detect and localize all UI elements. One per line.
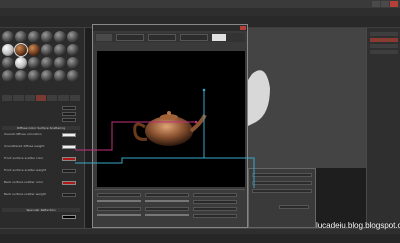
watermark-text: lucadeiu.blog.blogspot.com [316, 221, 400, 230]
cyan-callout-dot [202, 88, 206, 92]
magenta-callout-line [75, 121, 196, 151]
callout-overlay [75, 88, 255, 188]
cyan-callout-line [204, 157, 255, 188]
cyan-callout-line [75, 90, 205, 164]
magenta-callout-dot [194, 120, 198, 124]
